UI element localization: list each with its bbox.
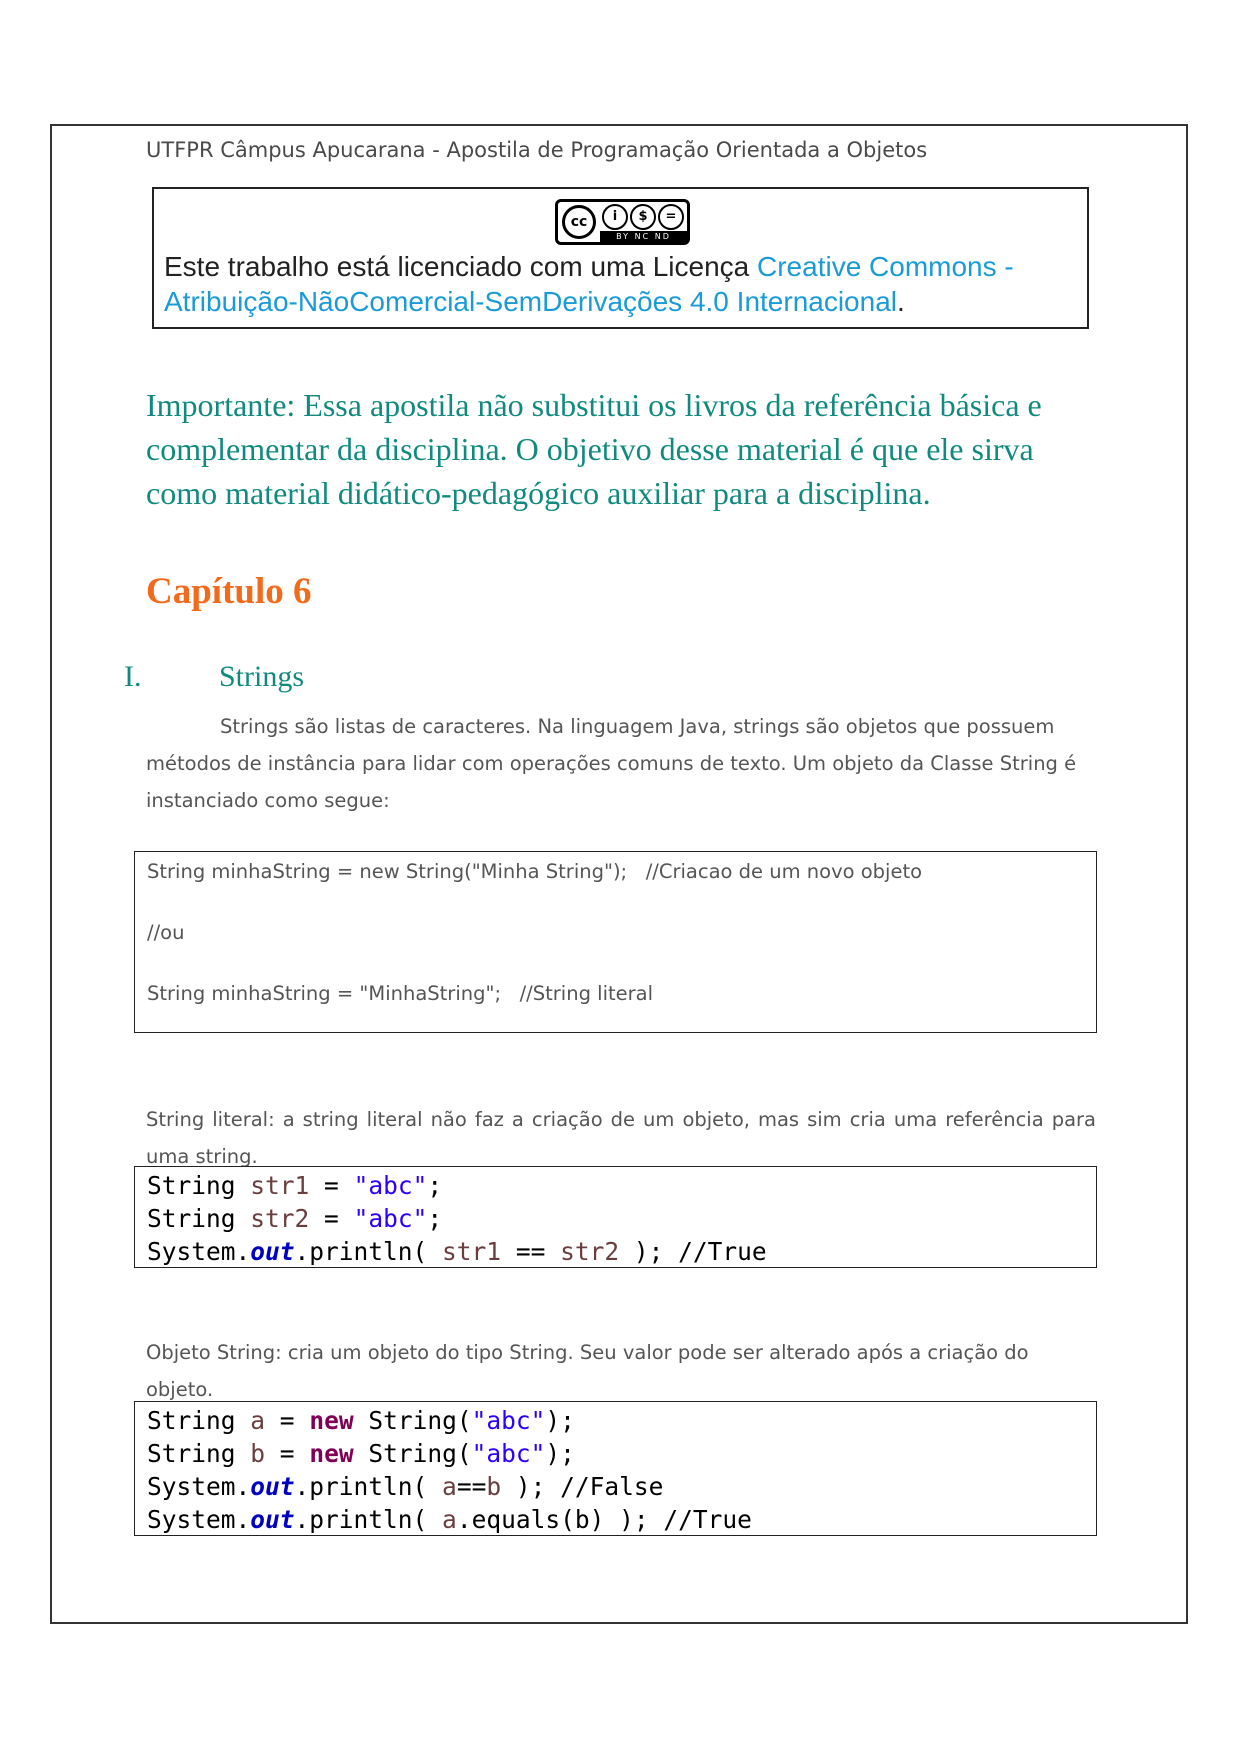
code-line: String str1 = "abc";	[147, 1171, 443, 1200]
code-line: String minhaString = "MinhaString"; //St…	[147, 982, 654, 1005]
code-line: //ou	[147, 921, 185, 944]
important-note: Importante: Essa apostila não substitui …	[146, 387, 1042, 511]
string-object-paragraph: Objeto String: cria um objeto do tipo St…	[146, 1341, 1029, 1401]
code-line: System.out.println( str1 == str2 ); //Tr…	[147, 1237, 767, 1266]
cc-logo-icon: cc	[562, 205, 596, 239]
license-box: cc i $ = BY NC ND Este trabalho está lic…	[152, 187, 1089, 329]
code-line: System.out.println( a.equals(b) ); //Tru…	[147, 1505, 752, 1534]
attribution-icon: i	[602, 204, 628, 230]
license-text-prefix: Este trabalho está licenciado com uma Li…	[164, 251, 757, 282]
code-line: String b = new String("abc");	[147, 1439, 575, 1468]
code-line: String str2 = "abc";	[147, 1204, 443, 1233]
section-title: Strings	[219, 660, 305, 693]
section-number: I.	[124, 660, 142, 693]
code-listing: String a = new String("abc"); String b =…	[147, 1404, 752, 1536]
license-text: Este trabalho está licenciado com uma Li…	[164, 249, 1074, 319]
code-listing: String str1 = "abc"; String str2 = "abc"…	[147, 1169, 767, 1268]
noncommercial-icon: $	[630, 204, 656, 230]
chapter-title: Capítulo 6	[146, 571, 312, 612]
license-badge-strip: BY NC ND	[600, 231, 687, 242]
license-text-suffix: .	[897, 286, 905, 317]
code-example-object: String a = new String("abc"); String b =…	[134, 1401, 1097, 1536]
code-line: String minhaString = new String("Minha S…	[147, 860, 923, 883]
intro-paragraph: Strings são listas de caracteres. Na lin…	[146, 715, 1077, 812]
code-example-literal: String str1 = "abc"; String str2 = "abc"…	[134, 1166, 1097, 1268]
running-header: UTFPR Câmpus Apucarana - Apostila de Pro…	[146, 138, 928, 162]
noderivatives-icon: =	[658, 204, 684, 230]
string-literal-paragraph: String literal: a string literal não faz…	[146, 1108, 1096, 1168]
code-line: System.out.println( a==b ); //False	[147, 1472, 664, 1501]
creative-commons-badge-icon[interactable]: cc i $ = BY NC ND	[555, 199, 690, 245]
code-example-instantiation: String minhaString = new String("Minha S…	[134, 851, 1097, 1033]
code-line: String a = new String("abc");	[147, 1406, 575, 1435]
